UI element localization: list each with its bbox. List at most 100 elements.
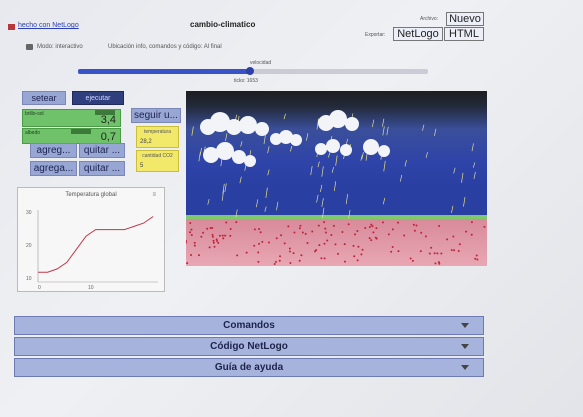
new-button[interactable]: Nuevo: [446, 12, 484, 26]
heat-particle: [323, 242, 326, 245]
heat-particle: [317, 224, 320, 227]
heat-particle: [412, 223, 415, 226]
heat-particle: [236, 254, 239, 257]
heat-particle: [212, 241, 215, 244]
heat-particle: [483, 225, 486, 228]
heat-particle: [324, 227, 327, 230]
help-guide-section[interactable]: Guía de ayuda: [14, 358, 484, 377]
model-title: cambio-climatico: [190, 20, 256, 29]
heat-particle: [216, 240, 219, 243]
heat-particle: [415, 224, 418, 227]
heat-particle: [304, 232, 307, 235]
ground-surface: [186, 215, 487, 219]
heat-particle: [343, 260, 346, 263]
file-label: Archivo:: [420, 16, 439, 22]
heat-particle: [193, 241, 196, 244]
heat-particle: [341, 231, 344, 234]
remove-cloud-button[interactable]: quitar ...: [79, 143, 125, 158]
heat-particle: [390, 250, 393, 253]
heat-particle: [370, 223, 373, 226]
heat-particle: [352, 244, 355, 247]
heat-particle: [221, 234, 224, 237]
heat-particle: [200, 235, 203, 238]
heat-particle: [428, 252, 431, 255]
go-button[interactable]: ejecutar: [72, 91, 124, 105]
speed-slider-fill: [78, 69, 250, 74]
export-label: Exportar:: [365, 32, 386, 38]
heat-particle: [450, 248, 453, 251]
heat-particle: [289, 262, 292, 265]
albedo-label: albedo: [25, 130, 41, 136]
heat-particle: [381, 221, 384, 224]
heat-particle: [267, 241, 270, 244]
netlogo-code-section[interactable]: Código NetLogo: [14, 337, 484, 356]
made-with-netlogo-link[interactable]: hecho con NetLogo: [18, 22, 79, 29]
sun-brightness-slider[interactable]: brillo-sol 3,4: [22, 109, 121, 127]
heat-particle: [368, 226, 371, 229]
heat-particle: [397, 250, 400, 253]
heat-particle: [245, 251, 248, 254]
commands-section[interactable]: Comandos: [14, 316, 484, 335]
heat-particle: [361, 248, 364, 251]
heat-particle: [287, 225, 290, 228]
lock-icon: [26, 44, 33, 50]
world-canvas: [186, 91, 487, 266]
speed-slider[interactable]: [78, 67, 428, 75]
heat-particle: [424, 235, 427, 238]
heat-particle: [397, 221, 400, 224]
world-view[interactable]: [186, 91, 487, 266]
speed-slider-thumb[interactable]: [245, 67, 254, 75]
location-text: Ubicación info, comandos y código: Al fi…: [108, 44, 222, 50]
heat-particle: [300, 254, 303, 257]
albedo-knob[interactable]: [71, 129, 91, 134]
heat-particle: [413, 229, 416, 232]
heat-particle: [368, 237, 371, 240]
remove-co2-button[interactable]: quitar ...: [79, 161, 125, 176]
netlogo-logo-icon: [8, 24, 15, 30]
heat-particle: [257, 260, 260, 263]
export-netlogo-button[interactable]: NetLogo: [393, 27, 443, 41]
chevron-down-icon: [461, 323, 469, 328]
heat-particle: [457, 250, 460, 253]
heat-particle: [326, 239, 329, 242]
heat-particle: [229, 234, 232, 237]
heat-particle: [292, 252, 295, 255]
netlogo-code-section-label: Código NetLogo: [210, 341, 288, 352]
albedo-slider[interactable]: albedo 0,7: [22, 128, 121, 144]
heat-particle: [283, 242, 286, 245]
heat-particle: [330, 233, 333, 236]
heat-particle: [217, 241, 220, 244]
heat-particle: [213, 245, 216, 248]
heat-particle: [323, 257, 326, 260]
heat-particle: [375, 237, 378, 240]
heat-particle: [446, 238, 449, 241]
heat-particle: [387, 233, 390, 236]
heat-particle: [475, 254, 478, 257]
heat-particle: [298, 259, 301, 262]
heat-particle: [438, 262, 441, 265]
setup-button[interactable]: setear: [22, 91, 66, 105]
heat-particle: [257, 251, 260, 254]
speed-label: velocidad: [250, 60, 272, 66]
heat-particle: [437, 261, 440, 264]
albedo-value: 0,7: [100, 131, 116, 143]
add-cloud-button[interactable]: agreg...: [30, 143, 77, 158]
export-html-button[interactable]: HTML: [444, 27, 484, 41]
heat-particle: [370, 239, 373, 242]
follow-button[interactable]: seguir u...: [131, 108, 181, 123]
add-co2-button[interactable]: agrega...: [30, 161, 77, 176]
heat-particle: [193, 244, 196, 247]
heat-particle: [288, 247, 291, 250]
heat-particle: [259, 231, 262, 234]
heat-particle: [391, 228, 394, 231]
heat-particle: [189, 231, 192, 234]
heat-particle: [465, 230, 468, 233]
ticks-readout: ticks: 1653: [234, 78, 258, 84]
heat-particle: [273, 262, 276, 265]
sun-brightness-value: 3,4: [100, 114, 116, 126]
heat-particle: [420, 231, 423, 234]
heat-particle: [211, 233, 214, 236]
heat-particle: [452, 235, 455, 238]
heat-particle: [258, 227, 261, 230]
heat-particle: [332, 224, 335, 227]
